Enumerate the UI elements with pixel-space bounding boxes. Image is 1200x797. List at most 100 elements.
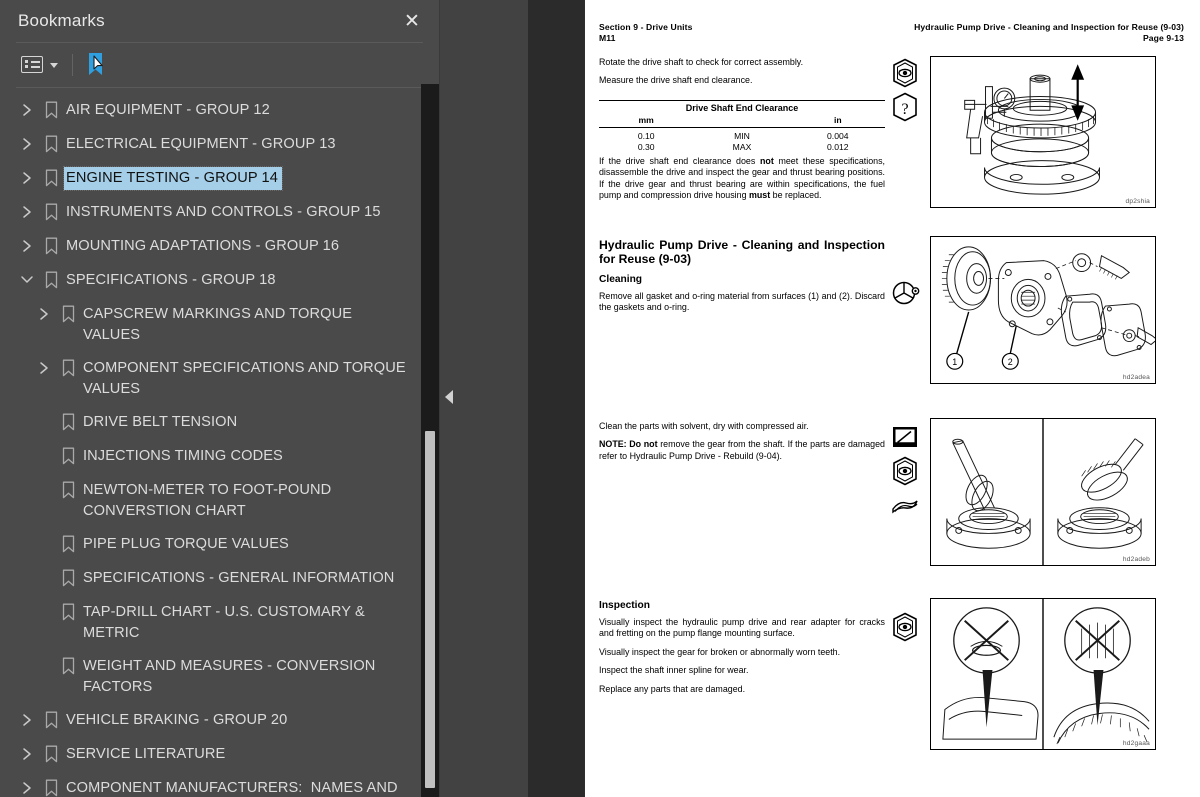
cell-limit: MAX (732, 141, 752, 152)
chevron-right-icon[interactable] (16, 743, 38, 765)
unit-mm: mm (638, 115, 654, 126)
engine-model: M11 (599, 33, 616, 43)
panel-gutter (440, 0, 585, 797)
twisty-placeholder (33, 479, 55, 501)
bookmark-item-label: VEHICLE BRAKING - GROUP 20 (66, 711, 288, 728)
gear-shaft-cleaning-figure: hd2adeb (930, 418, 1156, 566)
bookmark-item[interactable]: TAP-DRILL CHART - U.S. CUSTOMARY & METRI… (0, 596, 417, 650)
bookmark-icon (38, 235, 64, 257)
para-measure-clearance: Measure the drive shaft end clearance. (599, 75, 753, 86)
new-bookmark-icon[interactable] (84, 51, 110, 79)
twisty-placeholder (33, 533, 55, 555)
bookmark-item[interactable]: INJECTIONS TIMING CODES (0, 440, 417, 474)
bookmarks-toolbar (0, 43, 439, 87)
bookmark-item-label: MOUNTING ADAPTATIONS - GROUP 16 (66, 237, 340, 254)
chevron-right-icon[interactable] (16, 201, 38, 223)
cell-in: 0.012 (827, 141, 849, 152)
intro-text-block: Rotate the drive shaft to check for corr… (599, 57, 885, 94)
page-number: Page 9-13 (1142, 33, 1184, 43)
table-row: 0.10 MIN 0.004 (599, 130, 885, 141)
bookmark-icon (38, 99, 64, 121)
chevron-right-icon[interactable] (16, 99, 38, 121)
twisty-placeholder (33, 655, 55, 677)
section-heading: Hydraulic Pump Drive - Cleaning and Insp… (599, 238, 885, 266)
bookmark-item[interactable]: SERVICE LITERATURE (0, 738, 417, 772)
chevron-right-icon[interactable] (16, 777, 38, 797)
bookmark-item-label: SERVICE LITERATURE (66, 745, 226, 762)
bookmark-item-label: AIR EQUIPMENT - GROUP 12 (66, 101, 270, 118)
pdf-page: Section 9 - Drive Units M11 Hydraulic Pu… (585, 0, 1200, 797)
bookmark-item-label: INJECTIONS TIMING CODES (83, 447, 283, 464)
bookmark-item[interactable]: ELECTRICAL EQUIPMENT - GROUP 13 (0, 128, 417, 162)
bookmark-item[interactable]: NEWTON-METER TO FOOT-POUND CONVERSTION C… (0, 474, 417, 528)
bookmarks-scrollbar-thumb[interactable] (425, 431, 435, 788)
bookmark-item[interactable]: MOUNTING ADAPTATIONS - GROUP 16 (0, 230, 417, 264)
bookmarks-panel: Bookmarks ✕ AIR EQUIPMENT - GROUP 12 ELEC… (0, 0, 440, 797)
svg-text:2: 2 (1008, 357, 1013, 367)
symbol-column-4 (890, 612, 924, 646)
toolbar-separator (72, 53, 73, 76)
chevron-right-icon[interactable] (33, 303, 55, 325)
figure-caption: dp2shia (1125, 198, 1150, 205)
bookmark-item[interactable]: COMPONENT SPECIFICATIONS AND TORQUE VALU… (0, 352, 417, 406)
bookmarks-scrollbar[interactable] (421, 84, 439, 797)
bookmark-item-label: NEWTON-METER TO FOOT-POUND CONVERSTION C… (83, 481, 336, 519)
bookmark-item-label: SPECIFICATIONS - GENERAL INFORMATION (83, 569, 395, 586)
bookmark-item-label: ELECTRICAL EQUIPMENT - GROUP 13 (66, 135, 336, 152)
bookmark-item[interactable]: ENGINE TESTING - GROUP 14 (0, 162, 417, 196)
svg-text:?: ? (901, 101, 908, 118)
chevron-right-icon[interactable] (33, 357, 55, 379)
chevron-right-icon[interactable] (16, 235, 38, 257)
symbol-column-3 (890, 422, 924, 524)
collapse-left-arrow-icon[interactable] (445, 390, 453, 404)
twisty-placeholder (33, 601, 55, 623)
section-title: Section 9 - Drive Units (599, 22, 693, 32)
bookmark-icon (38, 269, 64, 291)
page-header: Section 9 - Drive Units M11 Hydraulic Pu… (599, 22, 1184, 44)
bookmarks-tree[interactable]: AIR EQUIPMENT - GROUP 12 ELECTRICAL EQUIP… (0, 88, 439, 797)
solvent-tray-icon (893, 427, 917, 447)
twisty-placeholder (33, 411, 55, 433)
chevron-right-icon[interactable] (16, 133, 38, 155)
para-inspect-4: Replace any parts that are damaged. (599, 683, 746, 694)
bookmark-item-label: TAP-DRILL CHART - U.S. CUSTOMARY & METRI… (83, 603, 369, 641)
bookmark-item[interactable]: COMPONENT MANUFACTURERS: NAMES AND ADDRE… (0, 772, 417, 797)
bookmark-item[interactable]: PIPE PLUG TORQUE VALUES (0, 528, 417, 562)
bookmark-item[interactable]: SPECIFICATIONS - GENERAL INFORMATION (0, 562, 417, 596)
bookmark-item[interactable]: INSTRUMENTS AND CONTROLS - GROUP 15 (0, 196, 417, 230)
cell-mm: 0.10 (637, 130, 655, 141)
bookmark-item[interactable]: CAPSCREW MARKINGS AND TORQUE VALUES (0, 298, 417, 352)
figure-caption: hd2adea (1122, 374, 1150, 381)
bookmark-item[interactable]: WEIGHT AND MEASURES - CONVERSION FACTORS (0, 650, 417, 704)
chevron-right-icon[interactable] (16, 709, 38, 731)
bookmark-icon (55, 655, 81, 677)
document-viewport[interactable]: Section 9 - Drive Units M11 Hydraulic Pu… (585, 0, 1200, 797)
bookmark-icon (55, 567, 81, 589)
close-icon[interactable]: ✕ (399, 8, 425, 34)
para-inspect-3: Inspect the shaft inner spline for wear. (599, 665, 749, 676)
bookmark-options-button[interactable] (18, 50, 61, 80)
cloth-wipe-icon (892, 500, 918, 514)
panel-title: Bookmarks (18, 11, 105, 30)
inspection-heading: Inspection (599, 600, 650, 611)
bookmark-item[interactable]: VEHICLE BRAKING - GROUP 20 (0, 704, 417, 738)
table-unit-headers: mm in (599, 114, 885, 127)
bookmark-icon (55, 533, 81, 555)
svg-text:1: 1 (952, 357, 957, 367)
chevron-right-icon[interactable] (16, 167, 38, 189)
bookmark-item[interactable]: DRIVE BELT TENSION (0, 406, 417, 440)
clearance-note-block: If the drive shaft end clearance does no… (599, 156, 885, 209)
clean-parts-section: Clean the parts with solvent, dry with c… (599, 421, 885, 469)
bookmark-icon (38, 201, 64, 223)
bookmark-item-label: SPECIFICATIONS - GROUP 18 (66, 271, 276, 288)
table-caption: Drive Shaft End Clearance (685, 103, 799, 114)
chevron-down-icon[interactable] (16, 269, 38, 291)
bookmark-item[interactable]: SPECIFICATIONS - GROUP 18 (0, 264, 417, 298)
para-clearance-spec: If the drive shaft end clearance does no… (599, 156, 885, 201)
bookmark-icon (55, 303, 81, 325)
cell-mm: 0.30 (637, 141, 655, 152)
drive-shaft-end-clearance-figure: dp2shia (930, 56, 1156, 208)
para-inspect-2: Visually inspect the gear for broken or … (599, 646, 841, 657)
bookmark-item[interactable]: AIR EQUIPMENT - GROUP 12 (0, 94, 417, 128)
cell-in: 0.004 (827, 130, 849, 141)
